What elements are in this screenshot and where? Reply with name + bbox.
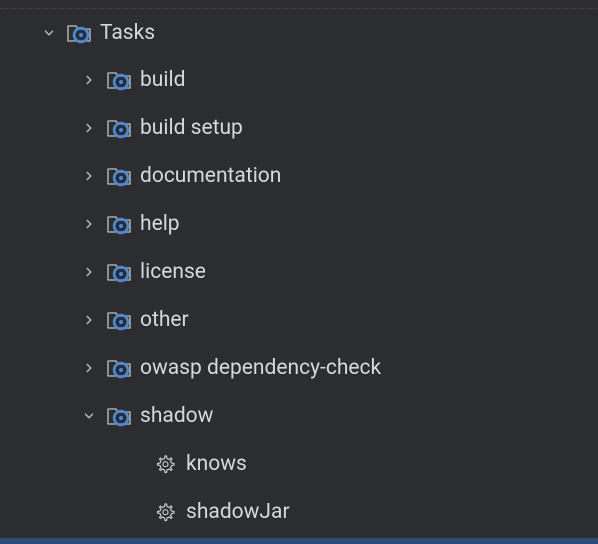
tree-node-help[interactable]: help (0, 200, 598, 248)
tree-label: license (140, 260, 206, 284)
folder-config-icon (106, 213, 132, 235)
gear-icon (154, 501, 176, 523)
folder-config-icon (106, 309, 132, 331)
chevron-down-icon (40, 24, 58, 42)
task-tree: Tasks build build setup documentation (0, 8, 598, 536)
folder-config-icon (106, 117, 132, 139)
chevron-right-icon (80, 119, 98, 137)
tree-node-owasp[interactable]: owasp dependency-check (0, 344, 598, 392)
tree-node-tasks[interactable]: Tasks (0, 8, 598, 56)
folder-config-icon (106, 69, 132, 91)
tree-node-build-setup[interactable]: build setup (0, 104, 598, 152)
chevron-right-icon (80, 359, 98, 377)
tree-task-knows[interactable]: knows (0, 440, 598, 488)
chevron-down-icon (80, 407, 98, 425)
tree-label: documentation (140, 164, 281, 188)
tree-label: help (140, 212, 180, 236)
folder-config-icon (106, 357, 132, 379)
chevron-right-icon (80, 215, 98, 233)
chevron-right-icon (80, 167, 98, 185)
tree-label: Tasks (100, 21, 155, 45)
tree-label: knows (186, 452, 247, 476)
tree-node-build[interactable]: build (0, 56, 598, 104)
chevron-right-icon (80, 71, 98, 89)
tree-label: shadow (140, 404, 213, 428)
tree-node-license[interactable]: license (0, 248, 598, 296)
folder-config-icon (66, 22, 92, 44)
folder-config-icon (106, 165, 132, 187)
folder-config-icon (106, 405, 132, 427)
chevron-right-icon (80, 263, 98, 281)
gear-icon (154, 453, 176, 475)
tree-label: owasp dependency-check (140, 356, 381, 380)
tree-node-other[interactable]: other (0, 296, 598, 344)
tree-label: other (140, 308, 189, 332)
chevron-right-icon (80, 311, 98, 329)
tree-task-shadowjar[interactable]: shadowJar (0, 488, 598, 536)
tree-label: shadowJar (186, 500, 290, 524)
tree-node-documentation[interactable]: documentation (0, 152, 598, 200)
tree-node-shadow[interactable]: shadow (0, 392, 598, 440)
tree-label: build setup (140, 116, 243, 140)
tree-label: build (140, 68, 185, 92)
folder-config-icon (106, 261, 132, 283)
status-bar (0, 538, 598, 544)
